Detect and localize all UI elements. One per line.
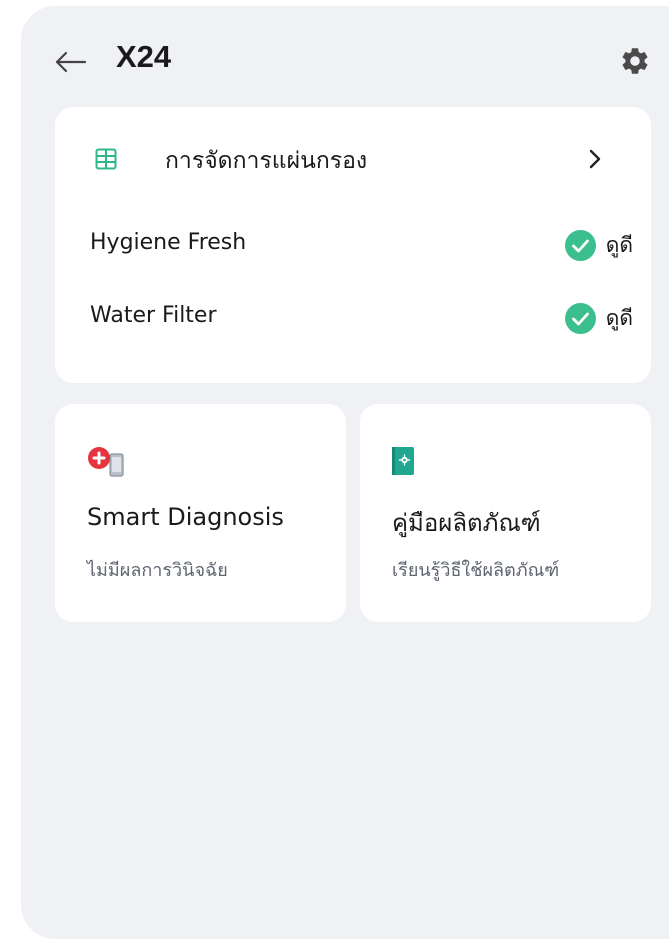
filter-row-label: Hygiene Fresh bbox=[90, 230, 247, 255]
filter-status-text: ดูดี bbox=[605, 306, 633, 330]
product-manual-subtitle: เรียนรู้วิธีใช้ผลิตภัณฑ์ bbox=[392, 560, 560, 581]
filter-row-hygiene-fresh: Hygiene Fresh ดูดี bbox=[55, 220, 651, 270]
filter-row-label: Water Filter bbox=[90, 303, 217, 328]
check-circle-icon bbox=[564, 303, 596, 334]
smart-diagnosis-title: Smart Diagnosis bbox=[87, 503, 284, 531]
filter-status: ดูดี bbox=[564, 229, 633, 262]
header: X24 bbox=[21, 6, 669, 106]
grid-icon bbox=[95, 148, 117, 170]
page-title: X24 bbox=[116, 39, 172, 74]
gear-icon bbox=[622, 48, 648, 74]
smart-diagnosis-tile[interactable]: Smart Diagnosis ไม่มีผลการวินิจฉัย bbox=[55, 404, 346, 622]
manual-book-icon bbox=[392, 447, 414, 475]
filter-management-title: การจัดการแผ่นกรอง bbox=[165, 148, 368, 174]
diagnosis-phone-icon bbox=[88, 447, 124, 477]
filter-management-header[interactable]: การจัดการแผ่นกรอง bbox=[55, 107, 651, 207]
arrow-left-icon bbox=[55, 51, 87, 73]
filter-status-text: ดูดี bbox=[605, 233, 633, 257]
filter-management-card: การจัดการแผ่นกรอง Hygiene Fresh ดูดี Wat… bbox=[55, 107, 651, 383]
chevron-right-icon bbox=[589, 149, 601, 169]
product-manual-tile[interactable]: คู่มือผลิตภัณฑ์ เรียนรู้วิธีใช้ผลิตภัณฑ์ bbox=[360, 404, 651, 622]
app-screen: X24 การจัดการแผ่นกรอง Hygiene Fresh ดูดี… bbox=[21, 6, 669, 939]
product-manual-title: คู่มือผลิตภัณฑ์ bbox=[392, 509, 541, 537]
check-circle-icon bbox=[564, 230, 596, 261]
filter-status: ดูดี bbox=[564, 302, 633, 335]
back-button[interactable] bbox=[51, 46, 91, 78]
settings-button[interactable] bbox=[619, 45, 651, 77]
smart-diagnosis-subtitle: ไม่มีผลการวินิจฉัย bbox=[87, 560, 228, 581]
filter-row-water-filter: Water Filter ดูดี bbox=[55, 293, 651, 343]
